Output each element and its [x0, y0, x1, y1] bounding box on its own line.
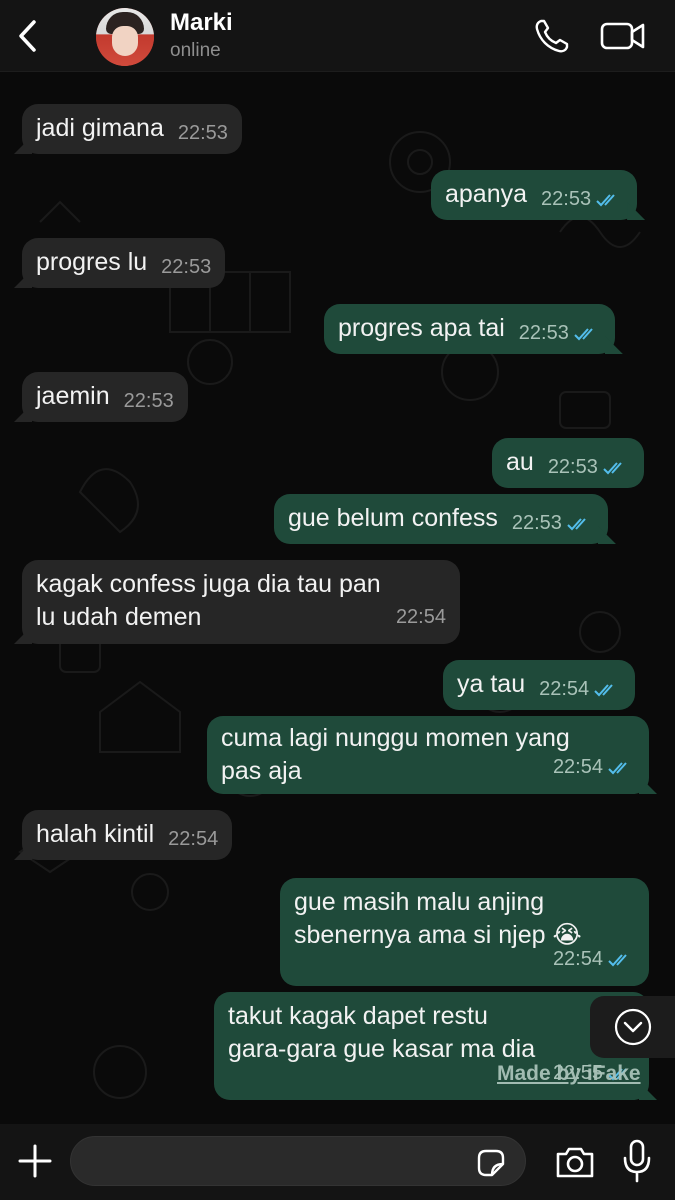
message-text: progres lu: [36, 248, 148, 276]
video-camera-icon: [600, 22, 645, 50]
plus-icon: [18, 1144, 52, 1178]
message-time: 22:54: [168, 828, 219, 850]
message-bubble-incoming[interactable]: jadi gimana 22:53: [22, 104, 242, 154]
message-bubble-outgoing[interactable]: au 22:53: [492, 438, 644, 488]
read-receipt-icon: [608, 953, 627, 966]
message-bubble-outgoing[interactable]: apanya 22:53: [431, 170, 638, 220]
message-time: 22:53: [512, 507, 594, 540]
scroll-to-bottom-button[interactable]: [590, 996, 675, 1058]
watermark-text: Made by iFake: [497, 1062, 641, 1085]
chat-header: Marki online: [0, 0, 675, 72]
read-receipt-icon: [594, 683, 613, 696]
sticker-button[interactable]: [474, 1146, 508, 1180]
message-time: 22:53: [541, 183, 623, 216]
avatar[interactable]: [96, 8, 154, 66]
message-text: gue belum confess: [288, 504, 498, 532]
read-receipt-icon: [608, 761, 627, 774]
message-text: cuma lagi nunggu momen yang pas aja: [221, 724, 570, 785]
message-bubble-outgoing[interactable]: gue belum confess 22:53: [274, 494, 608, 544]
message-text: au: [506, 448, 534, 476]
message-time: 22:54: [539, 673, 621, 706]
message-text: apanya: [445, 180, 528, 208]
chevron-down-circle-icon: [614, 1008, 651, 1046]
message-bubble-incoming[interactable]: kagak confess juga dia tau pan lu udah d…: [22, 560, 460, 644]
message-text: jadi gimana: [36, 114, 164, 142]
message-bubble-outgoing[interactable]: ya tau 22:54: [443, 660, 636, 710]
read-receipt-icon: [574, 327, 593, 340]
message-time: 22:53: [548, 451, 630, 484]
camera-button[interactable]: [554, 1142, 596, 1182]
message-text: takut kagak dapet restu gara-gara gue ka…: [228, 1002, 536, 1063]
message-list[interactable]: jadi gimana 22:53 apanya 22:53 progres lu 2…: [0, 72, 675, 1124]
microphone-icon: [623, 1139, 651, 1183]
message-input[interactable]: [70, 1136, 526, 1186]
voice-call-button[interactable]: [532, 16, 572, 56]
attach-button[interactable]: [14, 1140, 56, 1182]
compose-bar: [0, 1124, 675, 1200]
microphone-button[interactable]: [620, 1138, 654, 1184]
message-bubble-outgoing[interactable]: progres apa tai 22:53: [324, 304, 615, 354]
read-receipt-icon: [596, 193, 615, 206]
message-bubble-incoming[interactable]: halah kintil 22:54: [22, 810, 233, 860]
video-call-button[interactable]: [600, 16, 646, 56]
chevron-left-icon: [19, 20, 36, 52]
contact-status: online: [170, 40, 221, 61]
message-text: kagak confess juga dia tau pan lu udah d…: [36, 570, 381, 631]
message-text: gue masih malu anjing sbenernya ama si n…: [294, 888, 582, 949]
phone-icon: [535, 19, 569, 53]
message-bubble-outgoing[interactable]: cuma lagi nunggu momen yang pas aja 22:5…: [207, 716, 649, 794]
message-bubble-outgoing[interactable]: gue masih malu anjing sbenernya ama si n…: [280, 878, 649, 986]
sticker-icon: [477, 1149, 505, 1177]
camera-icon: [556, 1147, 594, 1178]
back-button[interactable]: [10, 14, 46, 58]
message-time: 22:54: [553, 751, 635, 784]
message-time: 22:54: [395, 606, 446, 628]
message-text: jaemin: [36, 382, 110, 410]
read-receipt-icon: [567, 517, 586, 530]
message-time: 22:54: [553, 943, 635, 976]
message-text: progres apa tai: [338, 314, 505, 342]
message-text: ya tau: [457, 670, 526, 698]
message-time: 22:53: [161, 256, 212, 278]
message-time: 22:53: [519, 317, 601, 350]
contact-name[interactable]: Marki: [170, 9, 233, 37]
message-text: halah kintil: [36, 820, 155, 848]
message-bubble-incoming[interactable]: progres lu 22:53: [22, 238, 226, 288]
read-receipt-icon: [603, 461, 622, 474]
message-bubble-incoming[interactable]: jaemin 22:53: [22, 372, 188, 422]
message-time: 22:53: [177, 122, 228, 144]
message-time: 22:53: [123, 390, 174, 412]
